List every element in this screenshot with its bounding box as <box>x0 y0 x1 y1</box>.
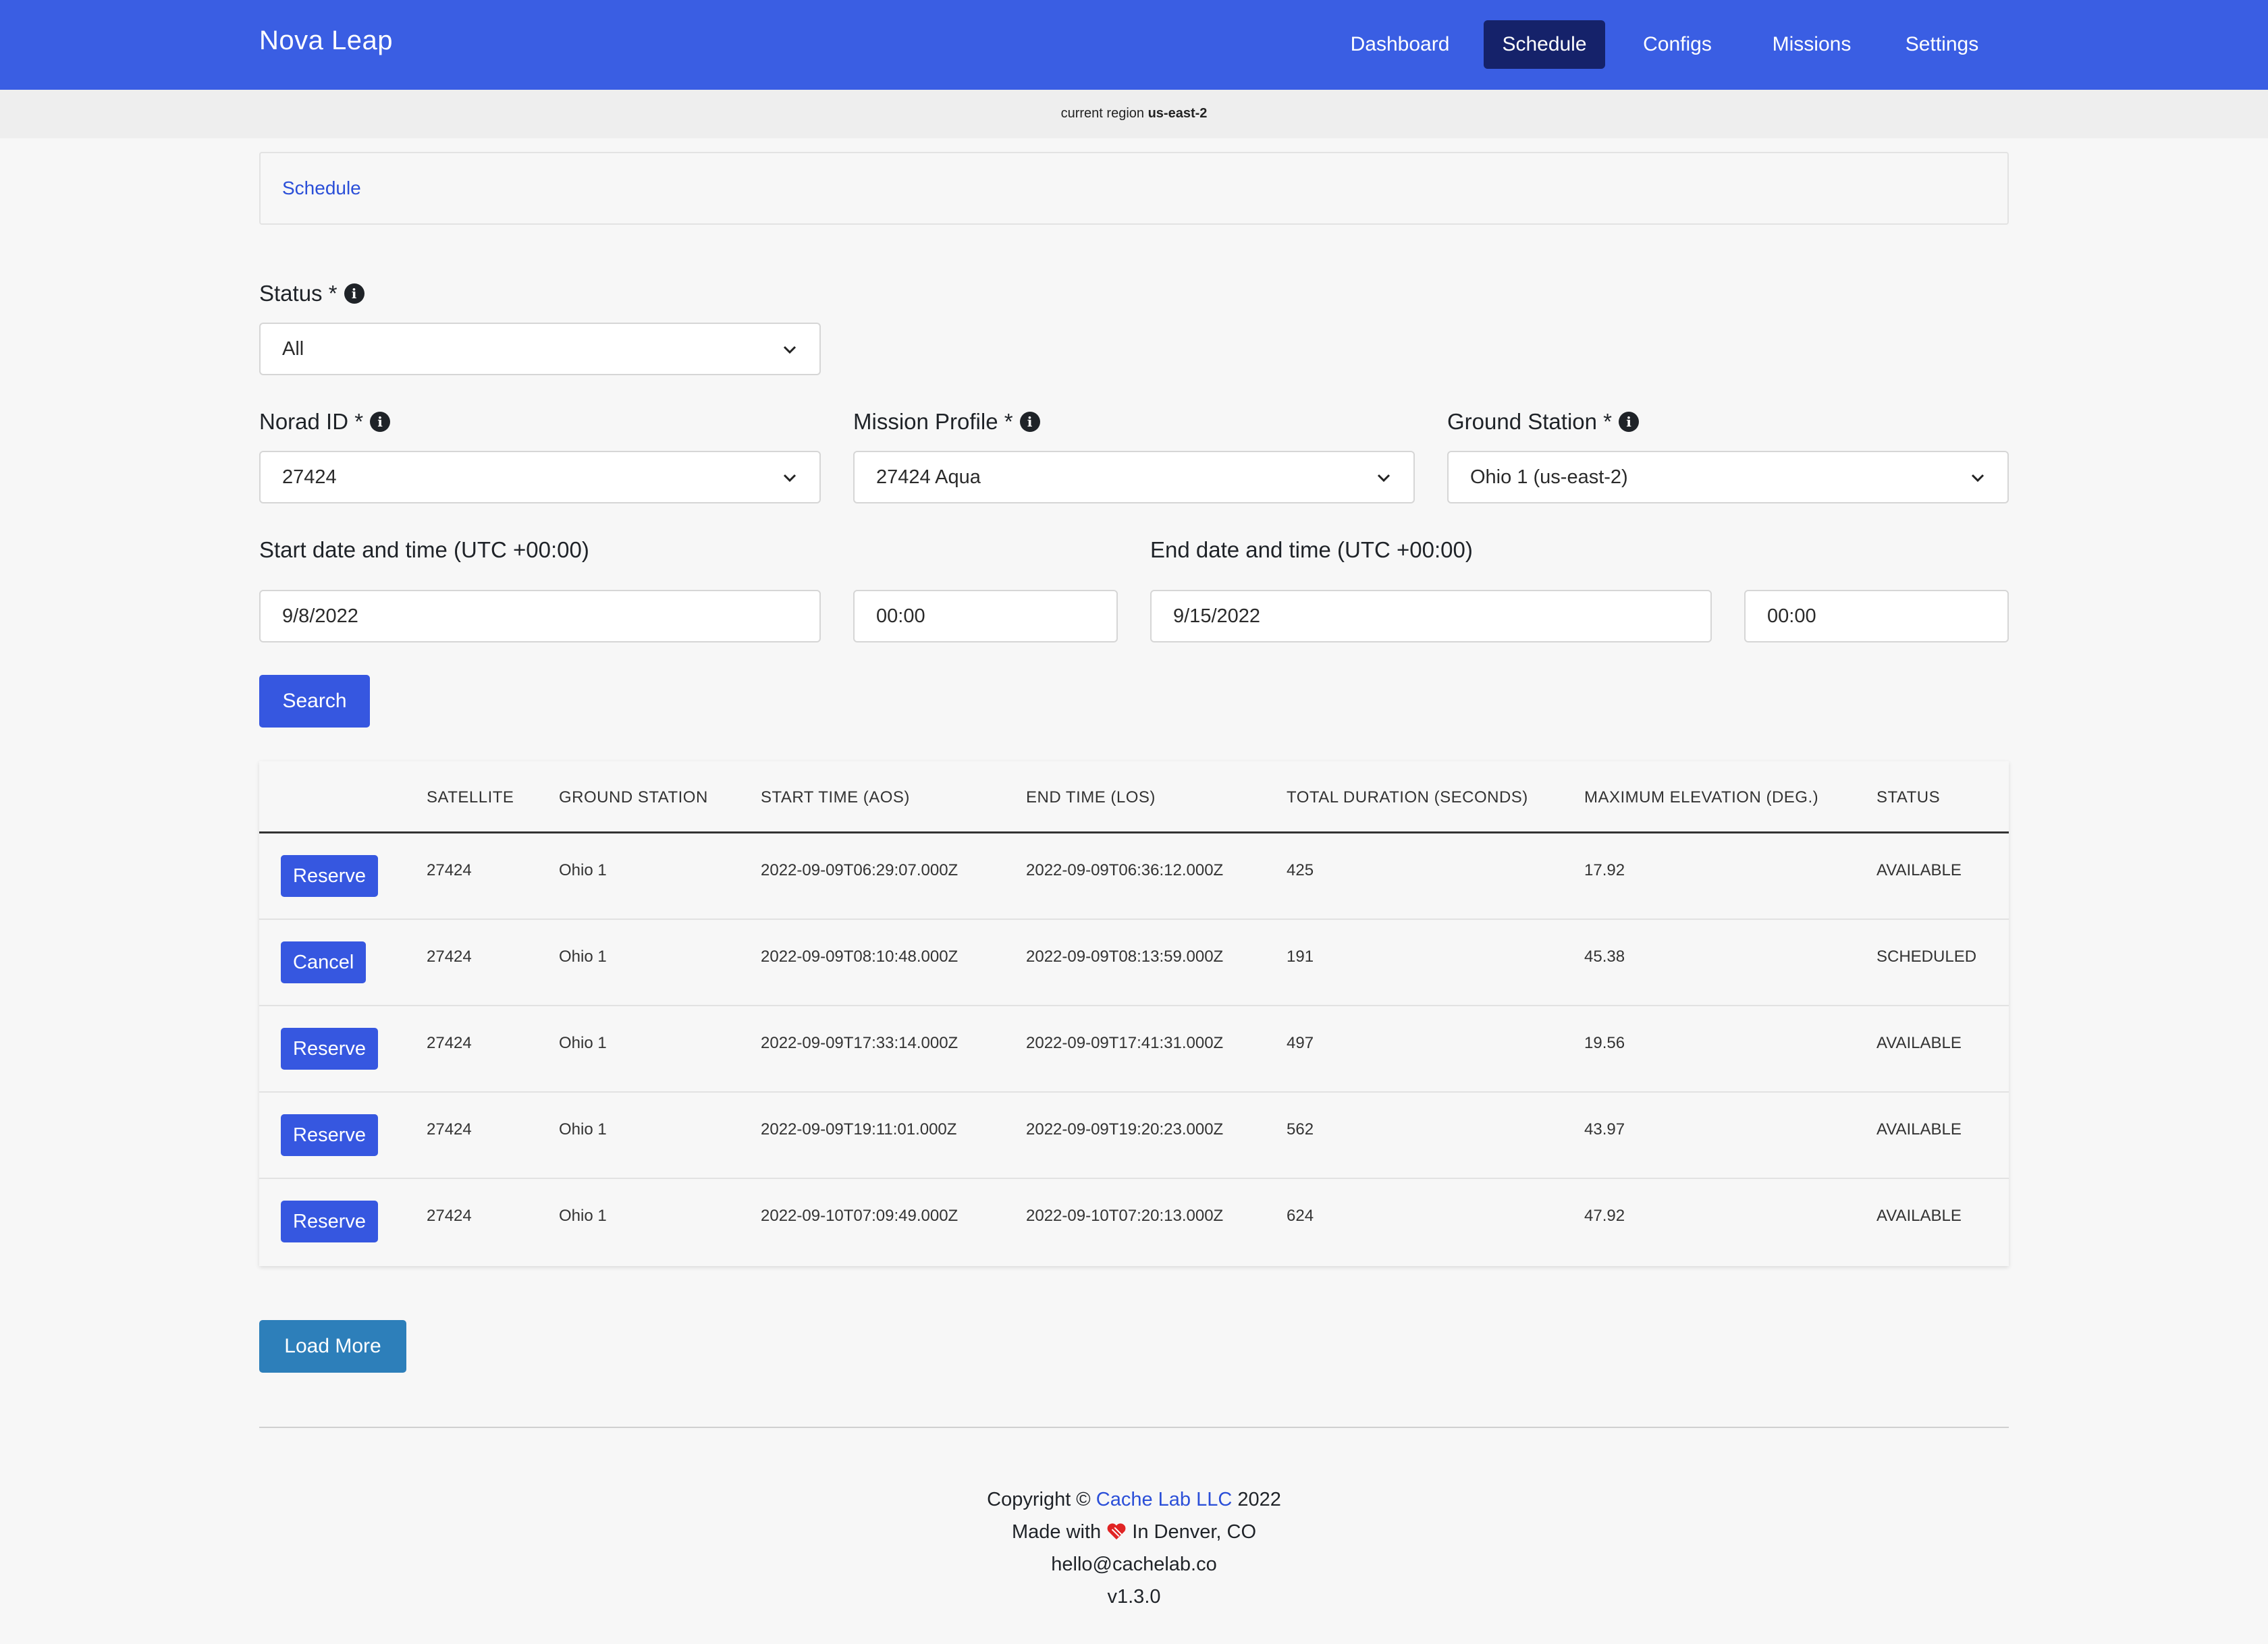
end-time-input[interactable]: 00:00 <box>1744 590 2009 642</box>
cell-start: 2022-09-09T08:10:48.000Z <box>761 948 959 966</box>
footer-version: v1.3.0 <box>1107 1586 1161 1608</box>
reserve-button[interactable]: Reserve <box>281 1114 378 1156</box>
start-time-input[interactable]: 00:00 <box>853 590 1118 642</box>
start-date-input[interactable]: 9/8/2022 <box>259 590 821 642</box>
header-ground-station: GROUND STATION <box>559 788 708 806</box>
cell-elevation: 43.97 <box>1584 1120 1625 1139</box>
footer-divider <box>259 1427 2009 1428</box>
cell-satellite: 27424 <box>427 1207 472 1225</box>
navbar: Nova Leap Dashboard Schedule Configs Mis… <box>0 0 2268 90</box>
cell-elevation: 45.38 <box>1584 948 1625 966</box>
cell-station: Ohio 1 <box>559 861 607 879</box>
cell-status: AVAILABLE <box>1877 1120 1962 1139</box>
nav-schedule[interactable]: Schedule <box>1484 20 1605 69</box>
info-icon[interactable]: i <box>1619 412 1639 432</box>
cell-station: Ohio 1 <box>559 948 607 966</box>
region-value: us-east-2 <box>1148 106 1208 121</box>
cell-satellite: 27424 <box>427 948 472 966</box>
cell-end: 2022-09-09T08:13:59.000Z <box>1026 948 1224 966</box>
cell-station: Ohio 1 <box>559 1207 607 1225</box>
cell-end: 2022-09-09T06:36:12.000Z <box>1026 861 1224 879</box>
cell-status: AVAILABLE <box>1877 1034 1962 1052</box>
nav-settings[interactable]: Settings <box>1883 20 2001 69</box>
cell-elevation: 19.56 <box>1584 1034 1625 1052</box>
header-end-time: END TIME (LOS) <box>1026 788 1156 806</box>
chevron-down-icon <box>783 346 796 354</box>
header-start-time: START TIME (AOS) <box>761 788 910 806</box>
norad-label: Norad ID * i <box>259 409 391 435</box>
header-satellite: SATELLITE <box>427 788 514 806</box>
ground-station-label: Ground Station * i <box>1447 409 1639 435</box>
cell-start: 2022-09-09T19:11:01.000Z <box>761 1120 957 1139</box>
nav-dashboard[interactable]: Dashboard <box>1334 20 1466 69</box>
table-row: Reserve 27424 Ohio 1 2022-09-10T07:09:49… <box>259 1179 2009 1265</box>
end-date-input[interactable]: 9/15/2022 <box>1150 590 1712 642</box>
breadcrumb: Schedule <box>259 152 2009 225</box>
status-label: Status * i <box>259 281 364 306</box>
header-status: STATUS <box>1877 788 1941 806</box>
nav-missions[interactable]: Missions <box>1751 20 1872 69</box>
norad-select[interactable]: 27424 <box>259 451 821 503</box>
cell-end: 2022-09-09T19:20:23.000Z <box>1026 1120 1224 1139</box>
breadcrumb-schedule-link[interactable]: Schedule <box>282 177 361 199</box>
brand-logo[interactable]: Nova Leap <box>259 26 393 56</box>
header-max-elevation: MAXIMUM ELEVATION (DEG.) <box>1584 788 1819 806</box>
chevron-down-icon <box>783 474 796 483</box>
cell-duration: 497 <box>1287 1034 1314 1052</box>
reserve-button[interactable]: Reserve <box>281 1201 378 1242</box>
footer-email: hello@cachelab.co <box>1051 1554 1217 1575</box>
search-button[interactable]: Search <box>259 675 370 728</box>
cell-station: Ohio 1 <box>559 1034 607 1052</box>
cell-satellite: 27424 <box>427 1034 472 1052</box>
load-more-button[interactable]: Load More <box>259 1320 406 1373</box>
ground-station-select[interactable]: Ohio 1 (us-east-2) <box>1447 451 2009 503</box>
cell-status: AVAILABLE <box>1877 861 1962 879</box>
cell-end: 2022-09-09T17:41:31.000Z <box>1026 1034 1224 1052</box>
cell-end: 2022-09-10T07:20:13.000Z <box>1026 1207 1224 1225</box>
status-select[interactable]: All <box>259 323 821 375</box>
chevron-down-icon <box>1971 474 1985 483</box>
table-row: Reserve 27424 Ohio 1 2022-09-09T17:33:14… <box>259 1006 2009 1093</box>
info-icon[interactable]: i <box>370 412 391 432</box>
footer: Copyright © Cache Lab LLC 2022 Made with… <box>0 1483 2268 1613</box>
info-icon[interactable]: i <box>344 283 364 304</box>
cell-satellite: 27424 <box>427 861 472 879</box>
cancel-button[interactable]: Cancel <box>281 941 367 983</box>
heart-icon <box>1107 1523 1126 1540</box>
cell-duration: 425 <box>1287 861 1314 879</box>
nav-configs[interactable]: Configs <box>1622 20 1733 69</box>
table-row: Reserve 27424 Ohio 1 2022-09-09T19:11:01… <box>259 1093 2009 1179</box>
info-icon[interactable]: i <box>1019 412 1040 432</box>
region-bar: current region us-east-2 <box>0 90 2268 138</box>
end-datetime-label: End date and time (UTC +00:00) <box>1150 537 1473 562</box>
cell-satellite: 27424 <box>427 1120 472 1139</box>
cell-start: 2022-09-09T06:29:07.000Z <box>761 861 959 879</box>
cell-duration: 191 <box>1287 948 1314 966</box>
chevron-down-icon <box>1377 474 1390 483</box>
table-row: Reserve 27424 Ohio 1 2022-09-09T06:29:07… <box>259 833 2009 920</box>
cell-elevation: 17.92 <box>1584 861 1625 879</box>
footer-made-with: Made with In Denver, CO <box>1011 1521 1257 1543</box>
table-row: Cancel 27424 Ohio 1 2022-09-09T08:10:48.… <box>259 920 2009 1006</box>
start-datetime-label: Start date and time (UTC +00:00) <box>259 537 589 562</box>
cell-elevation: 47.92 <box>1584 1207 1625 1225</box>
cell-start: 2022-09-10T07:09:49.000Z <box>761 1207 959 1225</box>
cell-status: AVAILABLE <box>1877 1207 1962 1225</box>
reserve-button[interactable]: Reserve <box>281 855 378 897</box>
region-prefix: current region <box>1060 106 1145 121</box>
header-total-duration: TOTAL DURATION (SECONDS) <box>1287 788 1528 806</box>
passes-table: SATELLITE GROUND STATION START TIME (AOS… <box>259 761 2009 1266</box>
cell-duration: 562 <box>1287 1120 1314 1139</box>
mission-profile-label: Mission Profile * i <box>853 409 1040 435</box>
company-link[interactable]: Cache Lab LLC <box>1096 1489 1233 1510</box>
mission-profile-select[interactable]: 27424 Aqua <box>853 451 1415 503</box>
cell-station: Ohio 1 <box>559 1120 607 1139</box>
footer-copyright: Copyright © Cache Lab LLC 2022 <box>987 1489 1281 1510</box>
reserve-button[interactable]: Reserve <box>281 1028 378 1070</box>
cell-status: SCHEDULED <box>1877 948 1977 966</box>
cell-duration: 624 <box>1287 1207 1314 1225</box>
cell-start: 2022-09-09T17:33:14.000Z <box>761 1034 959 1052</box>
